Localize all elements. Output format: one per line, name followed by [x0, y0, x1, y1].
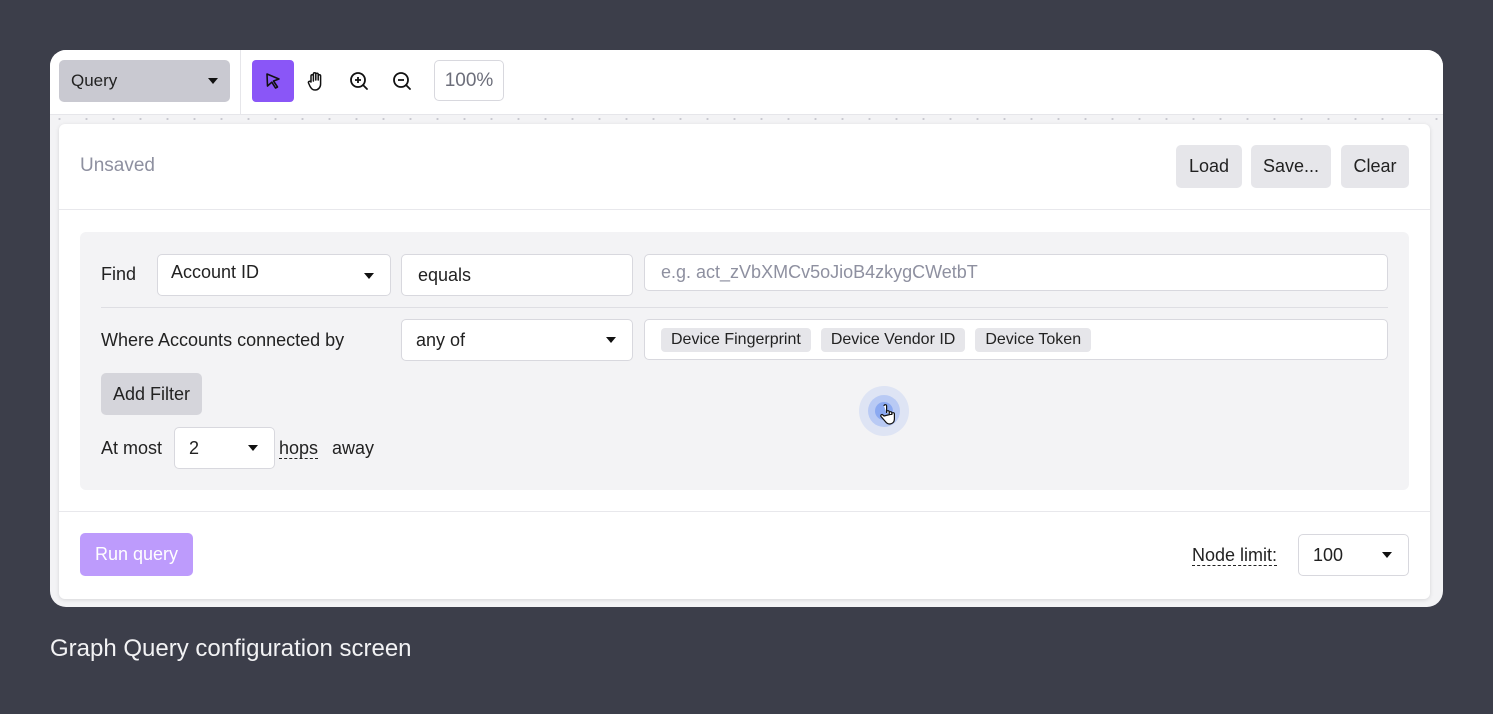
hand-pointer-cursor-icon: [880, 404, 895, 425]
find-field-select[interactable]: Account ID: [157, 254, 391, 296]
find-field-value: Account ID: [171, 262, 260, 282]
run-query-button[interactable]: Run query: [80, 533, 193, 576]
load-button[interactable]: Load: [1176, 145, 1242, 188]
toolbar-divider: [240, 50, 241, 114]
connection-chip[interactable]: Device Vendor ID: [820, 327, 966, 352]
node-limit-label: Node limit:: [1192, 545, 1278, 565]
canvas-ruler: [50, 114, 1443, 124]
hand-icon: [307, 72, 322, 91]
hops-select[interactable]: 2: [174, 427, 275, 469]
value-input[interactable]: e.g. act_zVbXMCv5oJioB4zkygCWetbT: [644, 254, 1388, 291]
add-filter-button[interactable]: Add Filter: [101, 373, 202, 415]
row-divider: [101, 307, 1388, 308]
chevron-down-icon: [606, 337, 616, 343]
pointer-arrow-icon: [266, 73, 280, 89]
zoom-level-input[interactable]: 100%: [434, 60, 504, 101]
zoom-out-icon: [393, 72, 411, 90]
node-limit-value: 100: [1313, 544, 1344, 565]
match-mode-value: any of: [416, 329, 466, 350]
select-tool-button[interactable]: [252, 60, 294, 102]
toolbar: Query 100%: [50, 50, 1443, 115]
operator-input[interactable]: equals: [401, 254, 633, 296]
chevron-down-icon: [208, 78, 218, 84]
chevron-down-icon: [248, 445, 258, 451]
away-label: away: [332, 438, 375, 458]
chevron-down-icon: [1382, 552, 1392, 558]
mode-select-value: Query: [71, 71, 118, 90]
hops-label: hops: [279, 438, 319, 458]
chevron-down-icon: [364, 273, 374, 279]
match-mode-select[interactable]: any of: [401, 319, 633, 361]
hops-value: 2: [189, 437, 200, 458]
connection-chip[interactable]: Device Token: [975, 327, 1092, 352]
node-limit-select[interactable]: 100: [1298, 534, 1409, 576]
value-placeholder: e.g. act_zVbXMCv5oJioB4zkygCWetbT: [661, 262, 978, 282]
click-indicator: [859, 386, 909, 436]
panel-footer: Run query Node limit: 100: [59, 511, 1430, 600]
zoom-in-icon: [350, 72, 368, 90]
zoom-out-button[interactable]: [381, 60, 423, 102]
screen-caption: Graph Query configuration screen: [50, 635, 412, 662]
query-panel: Unsaved Load Save... Clear Find Account …: [59, 124, 1430, 599]
mode-select[interactable]: Query: [59, 60, 230, 102]
connections-multiselect[interactable]: Device Fingerprint Device Vendor ID Devi…: [644, 319, 1388, 360]
pan-tool-button[interactable]: [295, 60, 337, 102]
at-most-label: At most: [101, 438, 163, 458]
save-status: Unsaved: [80, 155, 155, 176]
operator-value: equals: [418, 264, 472, 285]
query-builder: Find Account ID equals e.g. act_zVbXMCv5…: [80, 232, 1409, 490]
zoom-in-button[interactable]: [338, 60, 380, 102]
save-button[interactable]: Save...: [1251, 145, 1331, 188]
panel-header: Unsaved Load Save... Clear: [59, 124, 1430, 210]
graph-query-window: Query 100% Unsaved Load Save... Clear Fi…: [50, 50, 1443, 607]
connection-chip[interactable]: Device Fingerprint: [661, 327, 811, 352]
clear-button[interactable]: Clear: [1341, 145, 1409, 188]
find-label: Find: [101, 264, 137, 284]
where-label: Where Accounts connected by: [101, 330, 345, 350]
